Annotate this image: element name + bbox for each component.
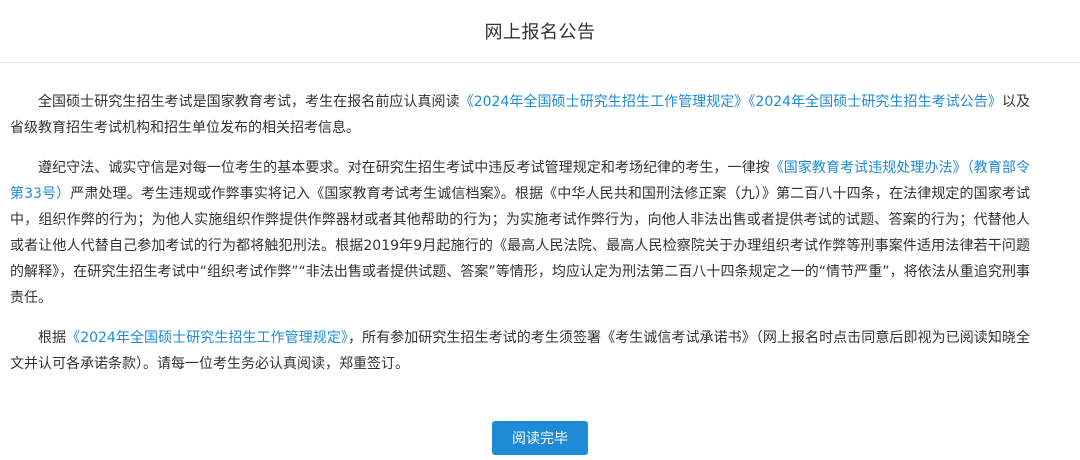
page-title: 网上报名公告 xyxy=(484,22,596,43)
paragraph-2: 遵纪守法、诚实守信是对每一位考生的基本要求。对在研究生招生考试中违反考试管理规定… xyxy=(10,155,1030,311)
link-admissions-regulations[interactable]: 《2024年全国硕士研究生招生工作管理规定》 xyxy=(460,94,749,110)
announcement-body: 全国硕士研究生招生考试是国家教育考试，考生在报名前应认真阅读《2024年全国硕士… xyxy=(0,63,1080,377)
paragraph-3: 根据《2024年全国硕士研究生招生工作管理规定》，所有参加研究生招生考试的考生须… xyxy=(10,325,1030,377)
paragraph-2-text-1: 遵纪守法、诚实守信是对每一位考生的基本要求。对在研究生招生考试中违反考试管理规定… xyxy=(38,160,770,176)
paragraph-1-text-1: 全国硕士研究生招生考试是国家教育考试，考生在报名前应认真阅读 xyxy=(38,94,460,110)
paragraph-2-text-2: 严肃处理。考生违规或作弊事实将记入《国家教育考试考生诚信档案》。根据《中华人民共… xyxy=(10,186,1030,306)
dialog-footer: 阅读完毕 xyxy=(0,421,1080,455)
link-exam-announcement[interactable]: 《2024年全国硕士研究生招生考试公告》 xyxy=(748,94,1002,110)
link-admissions-regulations-2[interactable]: 《2024年全国硕士研究生招生工作管理规定》 xyxy=(66,330,348,346)
finish-reading-button[interactable]: 阅读完毕 xyxy=(492,421,588,455)
announcement-dialog: 网上报名公告 全国硕士研究生招生考试是国家教育考试，考生在报名前应认真阅读《20… xyxy=(0,0,1080,460)
paragraph-1: 全国硕士研究生招生考试是国家教育考试，考生在报名前应认真阅读《2024年全国硕士… xyxy=(10,89,1030,141)
paragraph-3-text-1: 根据 xyxy=(38,330,67,346)
dialog-header: 网上报名公告 xyxy=(0,0,1080,63)
